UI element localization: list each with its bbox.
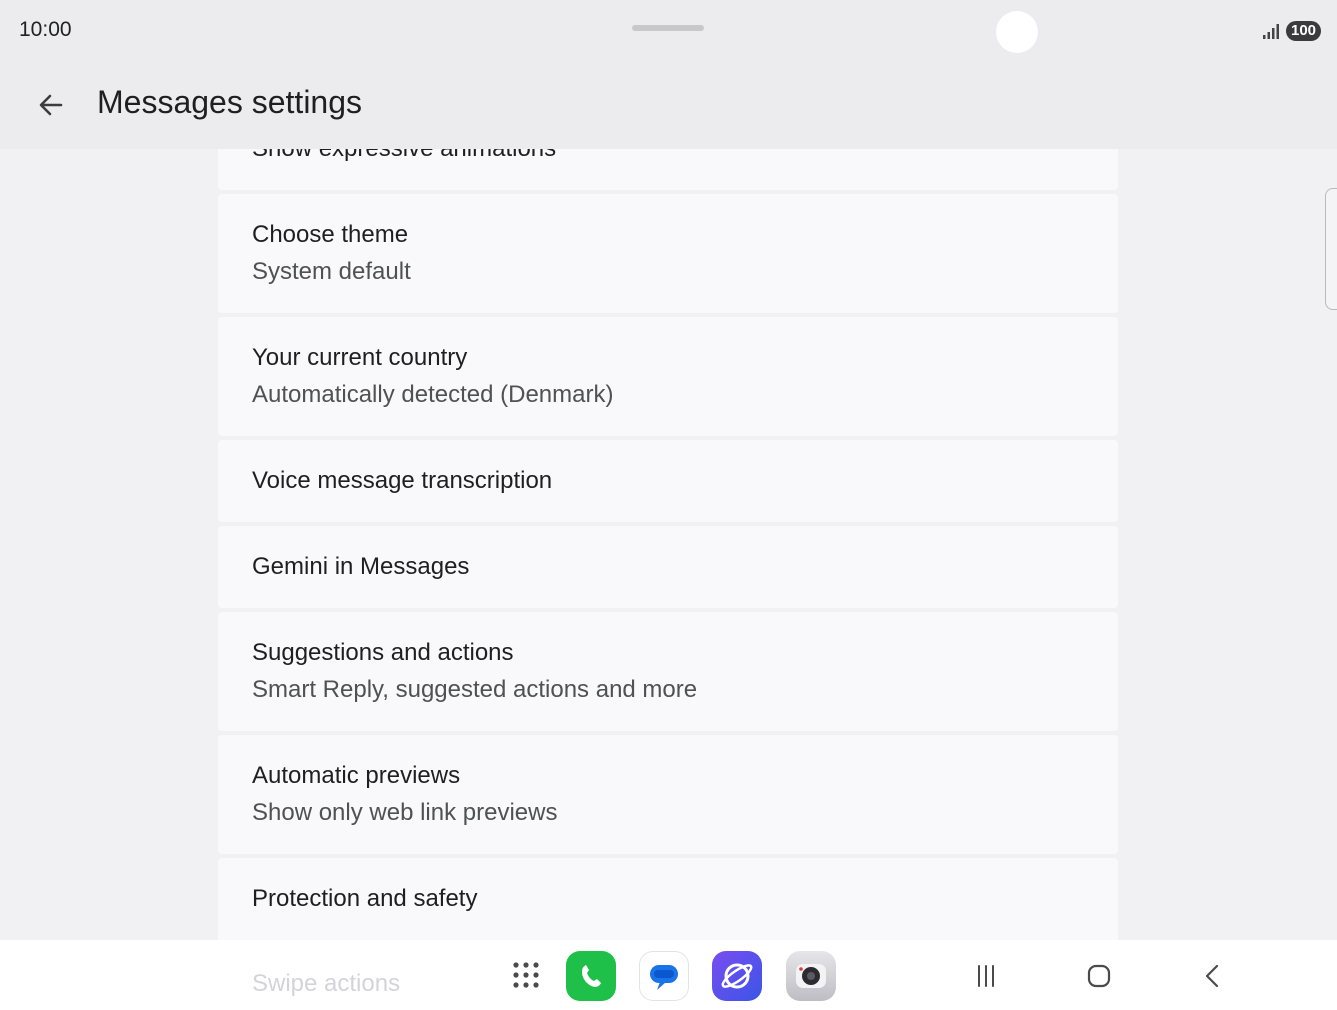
page-title: Messages settings bbox=[97, 84, 363, 120]
setting-choose-theme[interactable]: Choose theme System default bbox=[218, 194, 1118, 313]
arrow-back-icon bbox=[39, 94, 63, 116]
taskbar: Swipe actions bbox=[0, 940, 1337, 1010]
setting-subtitle: Smart Reply, suggested actions and more bbox=[252, 676, 698, 703]
setting-voice-transcription[interactable]: Voice message transcription bbox=[218, 440, 1118, 522]
camera-icon bbox=[796, 964, 826, 988]
settings-list[interactable]: Show expressive animations Choose theme … bbox=[0, 149, 1337, 940]
setting-title: Gemini in Messages bbox=[252, 553, 470, 580]
camera-app[interactable] bbox=[786, 951, 836, 1001]
status-bar: 10:00 100 bbox=[0, 0, 1337, 62]
home-button[interactable] bbox=[1081, 958, 1117, 994]
recents-icon bbox=[978, 965, 994, 987]
drag-handle[interactable] bbox=[632, 25, 704, 31]
setting-protection-safety[interactable]: Protection and safety bbox=[218, 858, 1118, 940]
messages-app[interactable] bbox=[639, 951, 689, 1001]
phone-app[interactable] bbox=[566, 951, 616, 1001]
battery-indicator: 100 bbox=[1286, 21, 1321, 41]
setting-title: Show expressive animations bbox=[252, 149, 556, 163]
setting-title: Your current country bbox=[252, 344, 468, 371]
back-button[interactable] bbox=[28, 82, 74, 128]
camera-cutout bbox=[996, 11, 1038, 53]
setting-title: Choose theme bbox=[252, 221, 409, 248]
setting-expressive-animations[interactable]: Show expressive animations bbox=[218, 149, 1118, 190]
setting-title: Protection and safety bbox=[252, 885, 478, 912]
nav-back-button[interactable] bbox=[1195, 958, 1231, 994]
setting-automatic-previews[interactable]: Automatic previews Show only web link pr… bbox=[218, 735, 1118, 854]
back-icon bbox=[1205, 964, 1219, 988]
messages-icon bbox=[650, 965, 678, 990]
apps-grid-icon[interactable] bbox=[511, 960, 541, 990]
setting-current-country[interactable]: Your current country Automatically detec… bbox=[218, 317, 1118, 436]
internet-app[interactable] bbox=[712, 951, 762, 1001]
recents-button[interactable] bbox=[968, 958, 1004, 994]
setting-subtitle: System default bbox=[252, 258, 411, 285]
signal-icon bbox=[1263, 24, 1279, 39]
phone-icon bbox=[582, 965, 601, 987]
setting-subtitle: Show only web link previews bbox=[252, 799, 558, 826]
setting-title: Suggestions and actions bbox=[252, 639, 514, 666]
setting-gemini[interactable]: Gemini in Messages bbox=[218, 526, 1118, 608]
internet-icon bbox=[721, 963, 753, 989]
home-icon bbox=[1087, 964, 1111, 988]
setting-title: Automatic previews bbox=[252, 762, 461, 789]
setting-title: Voice message transcription bbox=[252, 467, 553, 494]
status-time: 10:00 bbox=[19, 18, 72, 41]
top-app-bar: Messages settings bbox=[0, 62, 1337, 149]
setting-subtitle: Automatically detected (Denmark) bbox=[252, 381, 614, 408]
setting-suggestions-actions[interactable]: Suggestions and actions Smart Reply, sug… bbox=[218, 612, 1118, 731]
setting-swipe-actions: Swipe actions bbox=[252, 970, 401, 997]
edge-panel-handle[interactable] bbox=[1325, 188, 1337, 310]
